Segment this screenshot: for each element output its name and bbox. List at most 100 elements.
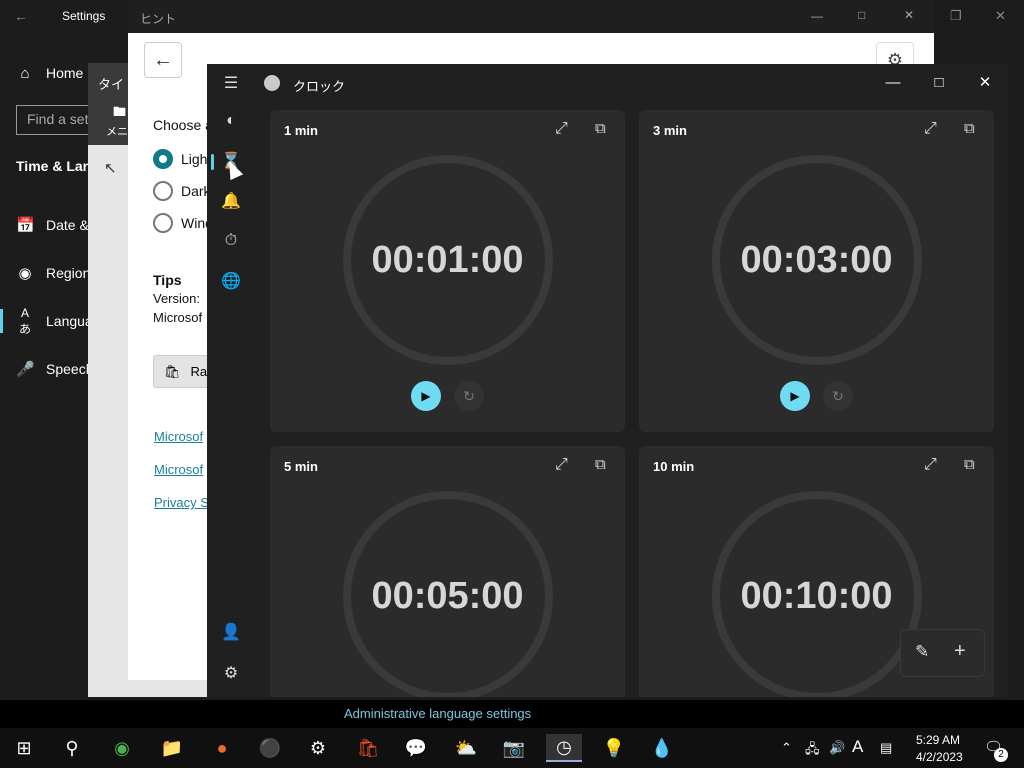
- clock-title: クロック: [293, 79, 346, 94]
- expand-icon[interactable]: ⤢: [555, 120, 568, 138]
- expand-icon[interactable]: ⤢: [555, 456, 568, 474]
- clock-app-taskbar-icon[interactable]: ◷: [546, 734, 582, 762]
- back-arrow-icon[interactable]: ←: [14, 8, 28, 24]
- hint-titlebar: ヒント — □ ✕: [128, 0, 934, 33]
- jp-menu-label[interactable]: メニ: [106, 123, 128, 139]
- feedback-icon[interactable]: 💬: [398, 734, 434, 762]
- reset-icon: ↻: [463, 387, 475, 404]
- expand-icon[interactable]: ⤢: [924, 456, 937, 474]
- selected-indicator: [0, 309, 3, 333]
- nav-region[interactable]: ◉ Region: [16, 261, 90, 285]
- reset-button[interactable]: ↻: [823, 381, 853, 411]
- home-icon: ⌂: [20, 64, 30, 82]
- nav-label: Date &: [46, 217, 89, 233]
- search-icon[interactable]: ⚲: [54, 734, 90, 762]
- ime-mode-icon[interactable]: ▤: [880, 740, 892, 756]
- version-label: Version:: [153, 291, 200, 306]
- maps-pin-icon[interactable]: ⚫: [252, 734, 288, 762]
- play-button[interactable]: ▶: [411, 381, 441, 411]
- camera-icon[interactable]: 📷: [496, 734, 532, 762]
- play-button[interactable]: ▶: [780, 381, 810, 411]
- nav-label: Region: [46, 265, 91, 281]
- back-arrow-icon: ←: [153, 48, 173, 71]
- close-icon[interactable]: ✕: [962, 70, 1008, 94]
- keep-on-top-icon[interactable]: ⧉: [964, 456, 975, 473]
- timer-card[interactable]: 5 min ⤢ ⧉ 00:05:00: [270, 446, 625, 697]
- hint-title: ヒント: [140, 12, 177, 26]
- clock-window: ☰ ◐ ⌛ 🔔 ⏱ 🌐 👤 ⚙ クロック — □ ✕ 1 min ⤢ ⧉ 00:…: [207, 64, 1008, 697]
- network-icon[interactable]: 🖧: [805, 740, 820, 762]
- add-plus-icon[interactable]: +: [954, 640, 966, 663]
- back-button[interactable]: ←: [144, 42, 182, 78]
- store-icon[interactable]: 🛍: [350, 734, 386, 762]
- timer-card[interactable]: 3 min ⤢ ⧉ 00:03:00 ▶ ↻: [639, 110, 994, 432]
- link[interactable]: Microsof: [154, 429, 203, 444]
- nav-home-label: Home: [46, 65, 84, 81]
- chevron-up-icon[interactable]: ⌃: [781, 740, 792, 756]
- nav-date-time[interactable]: 📅 Date &: [16, 213, 89, 237]
- nav-language[interactable]: Aあ Langua: [16, 306, 93, 336]
- restore-icon[interactable]: ❐: [950, 8, 962, 24]
- timer-time: 00:01:00: [371, 239, 524, 281]
- clock-date[interactable]: 4/2/2023: [916, 750, 963, 764]
- tips-lightbulb-icon[interactable]: 💡: [596, 734, 632, 762]
- radio-windows[interactable]: [153, 213, 173, 233]
- maximize-icon[interactable]: □: [858, 8, 865, 22]
- windows-start-icon[interactable]: ⊞: [6, 734, 42, 762]
- nav-selected-indicator: [211, 154, 214, 170]
- keep-on-top-icon[interactable]: ⧉: [964, 120, 975, 137]
- minimize-icon[interactable]: —: [811, 9, 823, 23]
- notification-count-badge: 2: [994, 748, 1008, 762]
- minimize-icon[interactable]: —: [870, 70, 916, 94]
- publisher-label: Microsof: [153, 310, 203, 325]
- world-clock-icon[interactable]: 🌐: [215, 265, 247, 297]
- timer-label: 10 min: [653, 459, 695, 474]
- nav-home[interactable]: ⌂ Home: [16, 61, 83, 85]
- nav-speech[interactable]: 🎤 Speech: [16, 357, 93, 381]
- radio-light[interactable]: [153, 149, 173, 169]
- weather-icon[interactable]: ⛅: [448, 734, 484, 762]
- stopwatch-icon[interactable]: ⏱: [215, 225, 247, 257]
- clock-app-icon: [264, 75, 280, 91]
- timer-label: 1 min: [284, 123, 318, 138]
- taskbar: ⊞ ⚲ ◉ 📁 ● ⚫ ⚙ 🛍 💬 ⛅ 📷 ◷ 💡 💧 ⌃ 🖧 🔊 A ▤ 5:…: [0, 728, 1024, 768]
- keep-on-top-icon[interactable]: ⧉: [595, 120, 606, 137]
- link[interactable]: Microsof: [154, 462, 203, 477]
- hamburger-menu-icon[interactable]: ☰: [215, 67, 247, 99]
- focus-sessions-icon[interactable]: ◐: [215, 105, 247, 137]
- privacy-link[interactable]: Privacy S: [154, 495, 209, 510]
- timer-time: 00:10:00: [740, 575, 893, 617]
- close-icon[interactable]: ✕: [995, 8, 1006, 24]
- admin-language-link[interactable]: Administrative language settings: [344, 706, 531, 721]
- ime-indicator[interactable]: A: [852, 737, 863, 757]
- paint-icon[interactable]: 💧: [644, 734, 680, 762]
- radio-dark[interactable]: [153, 181, 173, 201]
- close-icon[interactable]: ✕: [904, 8, 914, 22]
- chrome-icon[interactable]: ◉: [104, 734, 140, 762]
- maximize-icon[interactable]: □: [916, 70, 962, 94]
- alarm-bell-icon[interactable]: 🔔: [215, 185, 247, 217]
- reset-button[interactable]: ↻: [454, 381, 484, 411]
- account-icon[interactable]: 👤: [215, 616, 247, 648]
- timer-time: 00:05:00: [371, 575, 524, 617]
- section-header: Time & Lan: [16, 158, 92, 174]
- volume-icon[interactable]: 🔊: [829, 740, 845, 756]
- timer-label: 5 min: [284, 459, 318, 474]
- timer-time: 00:03:00: [740, 239, 893, 281]
- tips-heading: Tips: [153, 272, 182, 288]
- clock-time[interactable]: 5:29 AM: [916, 733, 960, 747]
- expand-icon[interactable]: ⤢: [924, 120, 937, 138]
- settings-gear-icon[interactable]: ⚙: [300, 734, 336, 762]
- play-icon: ▶: [790, 389, 800, 403]
- edit-pencil-icon[interactable]: ✎: [915, 642, 929, 662]
- keep-on-top-icon[interactable]: ⧉: [595, 456, 606, 473]
- file-explorer-icon[interactable]: 📁: [154, 734, 190, 762]
- globe-icon: ◉: [18, 265, 32, 282]
- settings-title: Settings: [62, 9, 106, 23]
- edit-toolbar: ✎ +: [900, 629, 985, 677]
- folder-icon[interactable]: 🖿: [113, 103, 126, 125]
- timer-card[interactable]: 1 min ⤢ ⧉ 00:01:00 ▶ ↻: [270, 110, 625, 432]
- gear-icon[interactable]: ⚙: [215, 657, 247, 689]
- app-icon[interactable]: ●: [204, 734, 240, 762]
- reset-icon: ↻: [832, 387, 844, 404]
